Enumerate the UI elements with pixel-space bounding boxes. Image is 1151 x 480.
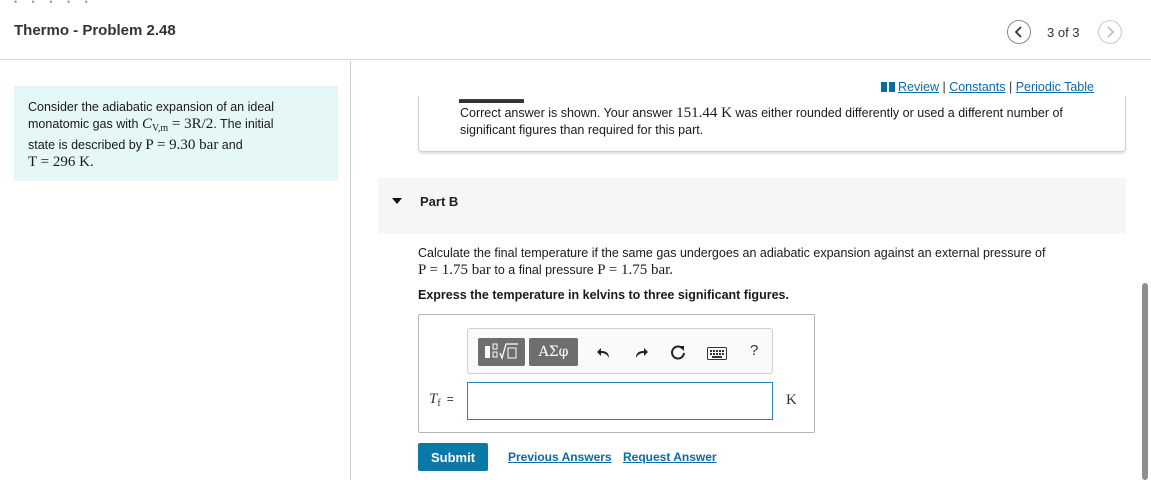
initial-pressure: P = 9.30 bar — [145, 137, 219, 153]
keyboard-icon — [707, 346, 727, 360]
feedback-card: ▬▬▬▬▬ Correct answer is shown. Your answ… — [418, 96, 1126, 152]
part-b-question: Calculate the final temperature if the s… — [418, 245, 1118, 279]
feedback-message: Correct answer is shown. Your answer 151… — [460, 105, 1110, 139]
book-icon — [881, 82, 895, 92]
problem-text: monatomic gas with — [28, 117, 142, 131]
collapse-caret-icon[interactable] — [392, 198, 402, 204]
chevron-right-icon — [1107, 26, 1115, 38]
part-b-instruction: Express the temperature in kelvins to th… — [418, 288, 789, 302]
problem-text: and — [218, 138, 243, 152]
symbols-button[interactable]: ΑΣφ — [529, 338, 578, 366]
periodic-table-link[interactable]: Periodic Table — [1016, 80, 1094, 94]
page-count: 3 of 3 — [1047, 25, 1080, 40]
undo-button[interactable] — [595, 344, 613, 362]
help-icon[interactable]: ? — [750, 342, 758, 359]
part-b-label: Part B — [420, 194, 459, 209]
undo-icon — [597, 348, 609, 358]
top-dots: • • • • • — [14, 0, 94, 7]
problem-text: state is described by — [28, 138, 146, 152]
temperature-answer-input[interactable] — [467, 382, 773, 420]
redo-button[interactable] — [632, 344, 650, 362]
problem-line-3: state is described by P = 9.30 bar and — [28, 137, 324, 154]
next-problem-button[interactable] — [1098, 20, 1122, 44]
request-answer-link[interactable]: Request Answer — [623, 450, 717, 464]
constants-link[interactable]: Constants — [949, 80, 1005, 94]
review-link[interactable]: Review — [898, 80, 939, 94]
external-pressure: P = 1.75 bar — [418, 262, 491, 278]
templates-icon — [484, 343, 518, 361]
initial-temperature: T = 296 K. — [28, 154, 94, 170]
link-separator: | — [939, 80, 950, 94]
scrollbar[interactable] — [1142, 283, 1148, 480]
question-text: Calculate the final temperature if the s… — [418, 246, 1046, 260]
reset-button[interactable] — [669, 344, 687, 362]
problem-panel: Consider the adiabatic expansion of an i… — [0, 61, 351, 480]
unit-label: K — [786, 392, 797, 408]
problem-text: . The initial — [213, 117, 274, 131]
problem-statement: Consider the adiabatic expansion of an i… — [14, 86, 338, 181]
keyboard-button[interactable] — [706, 344, 728, 362]
feedback-text: was either rounded differently or used a… — [731, 106, 1063, 120]
final-pressure: P = 1.75 bar. — [597, 262, 674, 278]
answer-variable-label: Tf = — [429, 391, 454, 409]
problem-line-1: Consider the adiabatic expansion of an i… — [28, 100, 275, 114]
feedback-text: Correct answer is shown. Your answer — [460, 106, 677, 120]
previous-answers-link[interactable]: Previous Answers — [508, 450, 612, 464]
previous-problem-button[interactable] — [1007, 20, 1031, 44]
reset-icon — [671, 345, 685, 360]
page-title: Thermo - Problem 2.48 — [14, 22, 176, 39]
math-toolbar: ΑΣφ ? — [467, 328, 773, 374]
submit-button[interactable]: Submit — [418, 443, 488, 471]
problem-line-2: monatomic gas with CV,m = 3R/2. The init… — [28, 116, 324, 137]
answer-area: ΑΣφ ? Tf = K — [418, 314, 815, 433]
redo-icon — [636, 348, 648, 358]
feedback-text: significant figures than required for th… — [460, 123, 704, 137]
top-bar: • • • • • Thermo - Problem 2.48 3 of 3 — [0, 0, 1151, 60]
previous-answer-value: 151.44 K — [676, 105, 732, 121]
cv-symbol: CV,m = 3R/2 — [141, 116, 214, 134]
review-links: Review | Constants | Periodic Table — [881, 80, 1094, 94]
templates-button[interactable] — [478, 338, 525, 366]
link-separator: | — [1005, 80, 1016, 94]
chevron-left-icon — [1014, 26, 1022, 38]
problem-line-4: T = 296 K. — [28, 154, 324, 171]
part-b-header[interactable]: Part B — [378, 178, 1126, 234]
question-text: to a final pressure — [490, 263, 598, 277]
